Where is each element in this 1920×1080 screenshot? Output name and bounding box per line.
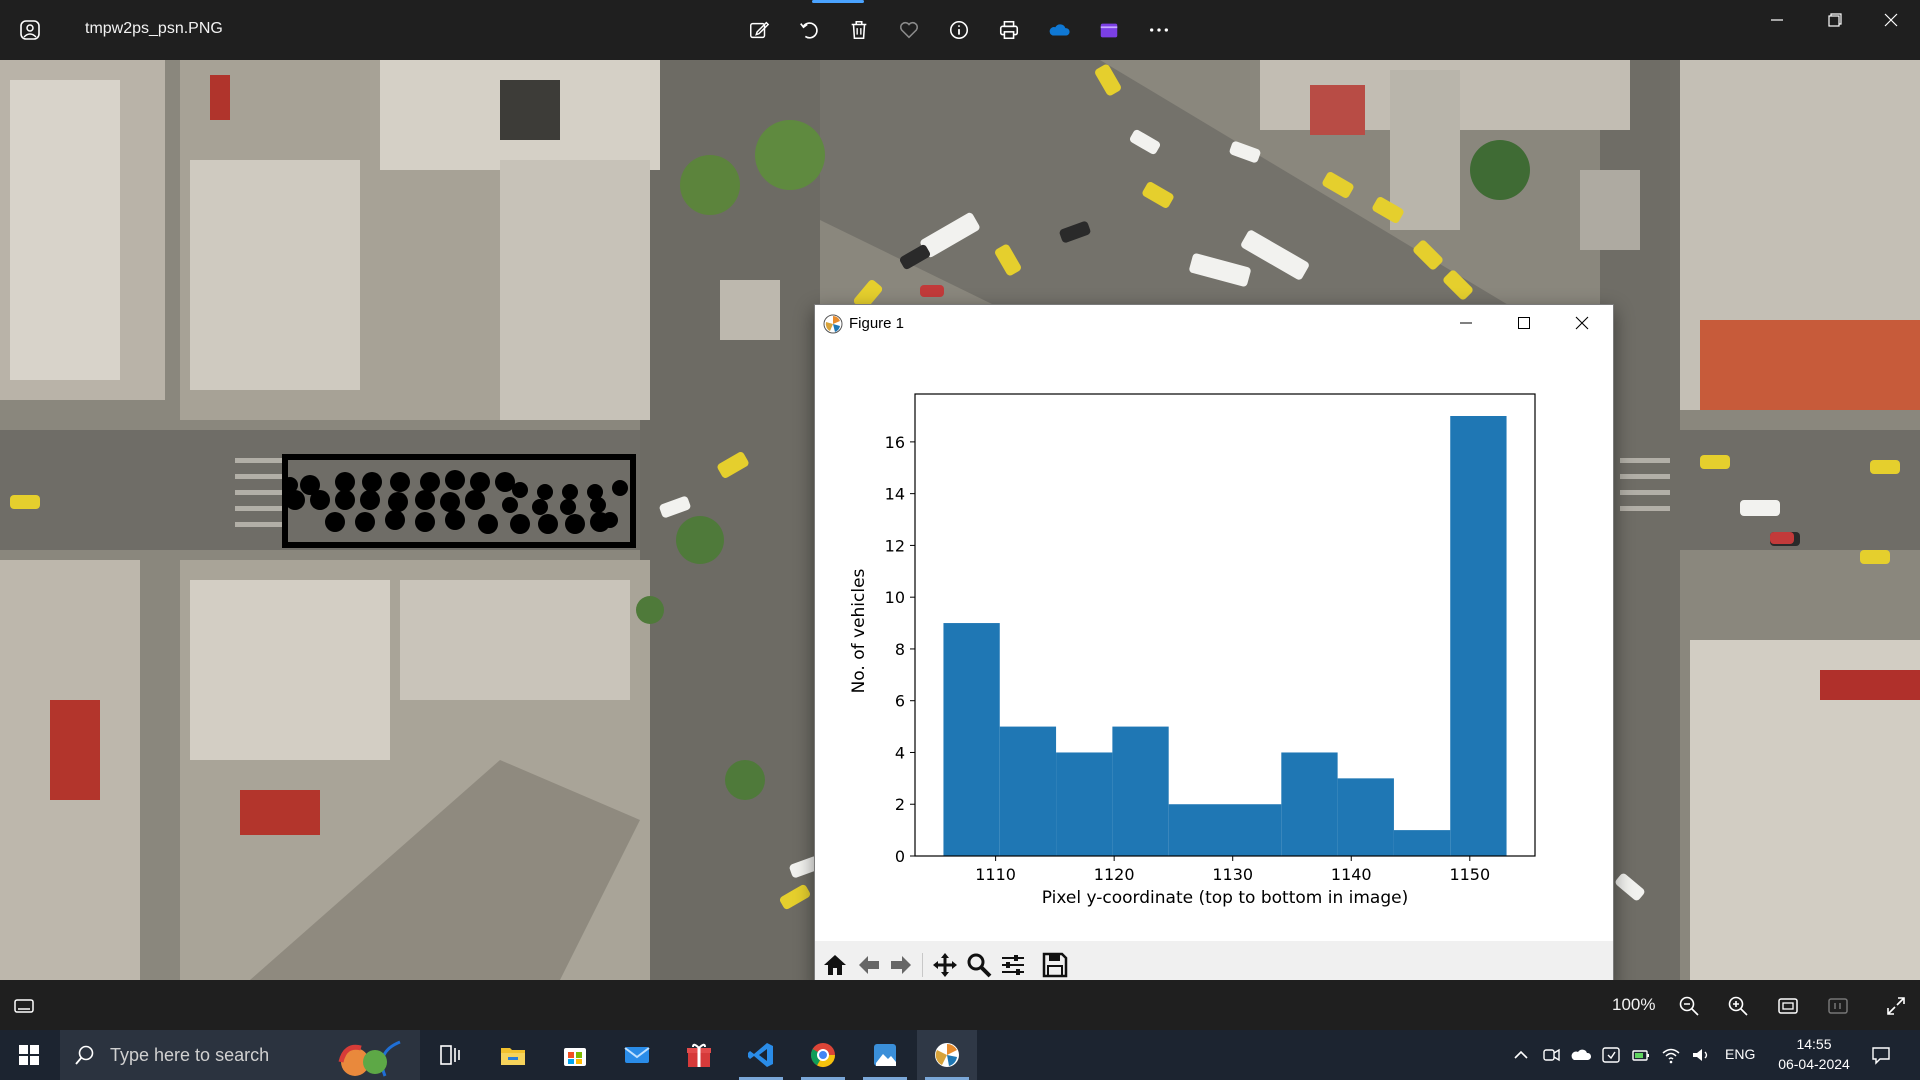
volume-icon[interactable]	[1690, 1044, 1712, 1066]
meet-now-icon[interactable]	[1540, 1044, 1562, 1066]
figure-maximize-button[interactable]	[1495, 305, 1553, 341]
x-tick-label: 1150	[1449, 865, 1490, 884]
rotate-icon[interactable]	[793, 14, 825, 46]
restore-button[interactable]	[1806, 0, 1864, 40]
clipchamp-icon[interactable]	[1093, 14, 1125, 46]
photos-taskbar-icon[interactable]	[855, 1030, 915, 1080]
search-icon	[75, 1045, 94, 1065]
zoom-level: 100%	[1612, 995, 1656, 1014]
edit-icon[interactable]	[743, 14, 775, 46]
y-tick-label: 16	[885, 433, 905, 452]
y-tick-label: 4	[895, 743, 905, 762]
y-tick-label: 12	[885, 536, 905, 555]
file-name: tmpw2ps_psn.PNG	[85, 20, 223, 37]
mail-icon[interactable]	[607, 1030, 667, 1080]
histogram-bar	[1337, 778, 1394, 856]
y-tick-label: 6	[895, 692, 905, 711]
y-tick-label: 8	[895, 640, 905, 659]
x-tick-label: 1110	[975, 865, 1016, 884]
vscode-icon[interactable]	[731, 1030, 791, 1080]
start-button[interactable]	[0, 1030, 58, 1080]
figure-close-button[interactable]	[1553, 305, 1611, 341]
defender-icon[interactable]	[1600, 1044, 1622, 1066]
fullscreen-icon[interactable]	[1882, 992, 1910, 1020]
clock-date[interactable]: 06-04-2024	[1764, 1056, 1864, 1072]
save-icon[interactable]	[1039, 949, 1071, 981]
onedrive-icon[interactable]	[1043, 14, 1075, 46]
x-tick-label: 1140	[1331, 865, 1372, 884]
figure-window: Figure 1 1110 1120 1130 1140 1150 0 2 4 6 8 10 12 1…	[814, 304, 1614, 990]
taskbar-search-box[interactable]: Type here to search	[60, 1030, 420, 1080]
forward-icon[interactable]	[885, 949, 917, 981]
histogram-bar	[1056, 752, 1113, 856]
x-axis-label: Pixel y-coordinate (top to bottom in ima…	[1042, 888, 1408, 908]
file-explorer-icon[interactable]	[483, 1030, 543, 1080]
show-hidden-icons[interactable]	[1510, 1044, 1532, 1066]
chrome-icon[interactable]	[793, 1030, 853, 1080]
histogram-bar	[1281, 752, 1338, 856]
viewer-bottom-bar: 100%	[0, 980, 1920, 1030]
matplotlib-logo-icon	[823, 314, 843, 334]
photos-title-bar: tmpw2ps_psn.PNG	[0, 0, 1920, 60]
wifi-icon[interactable]	[1660, 1044, 1682, 1066]
windows-logo-icon	[19, 1045, 39, 1065]
python-figure-icon[interactable]	[917, 1030, 977, 1080]
histogram-bar	[1450, 416, 1507, 856]
x-tick-label: 1120	[1094, 865, 1135, 884]
x-tick-label: 1130	[1212, 865, 1253, 884]
toolbar-indicator	[812, 0, 864, 3]
battery-icon[interactable]	[1630, 1044, 1652, 1066]
histogram-svg: 1110 1120 1130 1140 1150 0 2 4 6 8 10 12 14 16 Pixel…	[849, 393, 1536, 908]
pan-icon[interactable]	[929, 949, 961, 981]
onedrive-tray-icon[interactable]	[1570, 1044, 1592, 1066]
histogram-bar	[943, 623, 1000, 856]
histogram-bar	[1225, 804, 1282, 856]
close-button[interactable]	[1862, 0, 1920, 40]
y-tick-label: 2	[895, 795, 905, 814]
search-highlight-icon	[338, 1040, 401, 1077]
delete-icon[interactable]	[843, 14, 875, 46]
zoom-in-icon[interactable]	[1724, 992, 1752, 1020]
back-icon[interactable]	[853, 949, 885, 981]
histogram-bar	[1393, 830, 1451, 856]
actual-size-icon[interactable]	[1824, 992, 1852, 1020]
microsoft-store-icon[interactable]	[545, 1030, 605, 1080]
histogram-bar	[1112, 726, 1169, 856]
minimize-button[interactable]	[1748, 0, 1806, 40]
histogram-chart: 1110 1120 1130 1140 1150 0 2 4 6 8 10 12 14 16 Pixel…	[815, 341, 1613, 945]
more-icon[interactable]	[1143, 14, 1175, 46]
info-icon[interactable]	[943, 14, 975, 46]
figure-title: Figure 1	[849, 315, 905, 332]
y-tick-label: 10	[885, 588, 905, 607]
y-tick-label: 14	[885, 485, 905, 504]
gift-app-icon[interactable]	[669, 1030, 729, 1080]
favorite-icon[interactable]	[893, 14, 925, 46]
toolbar-separator	[922, 953, 923, 977]
print-icon[interactable]	[993, 14, 1025, 46]
home-icon[interactable]	[819, 949, 851, 981]
photos-app-icon	[18, 18, 42, 42]
zoom-out-icon[interactable]	[1675, 992, 1703, 1020]
y-tick-label: 0	[895, 847, 905, 866]
histogram-bar	[1168, 804, 1225, 856]
configure-icon[interactable]	[997, 949, 1029, 981]
language-indicator[interactable]: ENG	[1725, 1046, 1755, 1062]
y-axis-label: No. of vehicles	[849, 568, 869, 693]
task-view-icon[interactable]	[420, 1030, 480, 1080]
figure-minimize-button[interactable]	[1437, 305, 1495, 341]
zoom-icon[interactable]	[963, 949, 995, 981]
clock-time[interactable]: 14:55	[1764, 1036, 1864, 1052]
taskbar: Type here to search ENG 14:55 06-04-2024	[0, 1030, 1920, 1080]
search-placeholder: Type here to search	[110, 1045, 270, 1065]
figure-title-bar: Figure 1	[815, 305, 1613, 341]
fit-to-window-icon[interactable]	[1774, 992, 1802, 1020]
notifications-icon[interactable]	[1870, 1044, 1892, 1066]
filmstrip-icon[interactable]	[10, 992, 38, 1020]
histogram-bar	[999, 726, 1057, 856]
